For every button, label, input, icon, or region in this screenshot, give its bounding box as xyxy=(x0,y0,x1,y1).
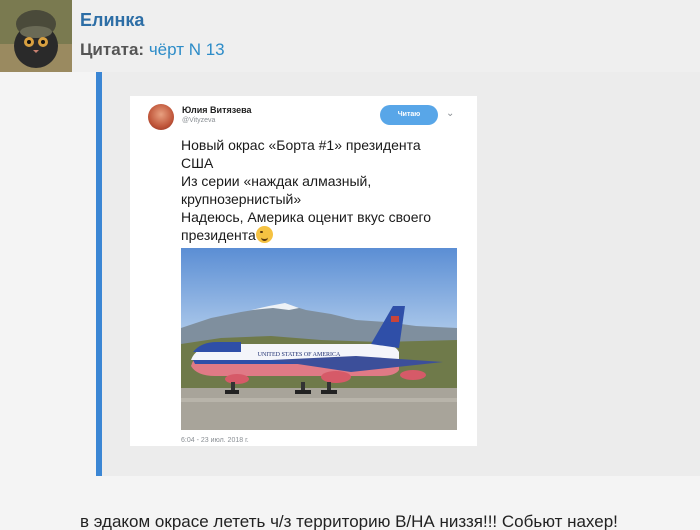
forum-post: Елинка Цитата: чёрт N 13 Юлия Витязева @… xyxy=(0,0,700,530)
cat-avatar-icon xyxy=(0,0,72,72)
post-header xyxy=(72,0,700,72)
tweet-line: Из серии «наждак алмазный, xyxy=(181,173,372,189)
tweet-line: Надеюсь, Америка оценит вкус своего xyxy=(181,209,432,225)
tweet-line: крупнозернистый» xyxy=(181,191,302,207)
quote-label: Цитата: xyxy=(80,40,145,59)
tweet-screenshot: Юлия Витязева @Vityzeva Читаю ⌄ Новый ок… xyxy=(130,96,477,446)
airplane-photo: UNITED STATES OF AMERICA xyxy=(181,248,457,430)
tweet-line: Новый окрас «Борта #1» президента xyxy=(181,137,421,153)
quote-header: Цитата: чёрт N 13 xyxy=(80,40,225,60)
follow-button: Читаю xyxy=(380,105,438,125)
tweet-author-handle: @Vityzeva xyxy=(182,117,216,124)
tweet-date: 6:04 - 23 июл. 2018 г. xyxy=(181,437,249,444)
post-comment: в эдаком окрасе лететь ч/з территорию В/… xyxy=(80,512,618,530)
tweet-line-text: президента xyxy=(181,227,256,243)
chevron-down-icon: ⌄ xyxy=(446,108,455,119)
tweet-avatar xyxy=(148,104,174,130)
winking-face-icon xyxy=(255,226,273,243)
post-author-name[interactable]: Елинка xyxy=(80,10,144,31)
tweet-line-last: президента xyxy=(181,226,451,244)
tweet-line: США xyxy=(181,155,214,171)
tweet-text: Новый окрас «Борта #1» президента США Из… xyxy=(181,136,451,244)
fuselage-lettering: UNITED STATES OF AMERICA xyxy=(258,352,341,358)
tweet-author-name: Юлия Витязева xyxy=(182,105,252,115)
user-avatar[interactable] xyxy=(0,0,72,72)
tweet-photo: UNITED STATES OF AMERICA xyxy=(181,248,457,430)
quote-author-link[interactable]: чёрт N 13 xyxy=(149,40,225,59)
